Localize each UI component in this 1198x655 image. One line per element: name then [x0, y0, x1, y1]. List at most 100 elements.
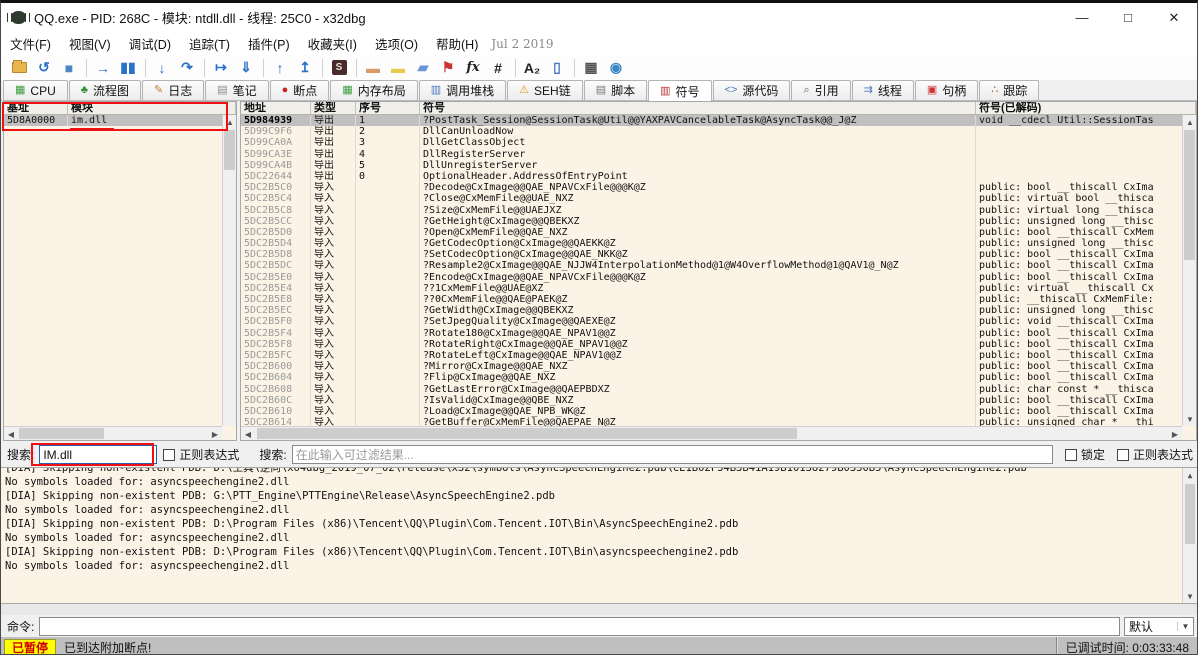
minimize-button[interactable]: — — [1059, 3, 1105, 32]
regex2-checkbox[interactable]: 正则表达式 — [1117, 446, 1193, 463]
symbol-row[interactable]: 5DC2B5C4导入?Close@CxMemFile@@UAE_NXZpubli… — [241, 193, 1182, 204]
symbol-row[interactable]: 5DC2B5D0导入?Open@CxMemFile@@QAE_NXZpublic… — [241, 227, 1182, 238]
scroll-left-icon[interactable]: ◀ — [4, 427, 18, 441]
tab-SEH链[interactable]: ⚠SEH链 — [507, 80, 583, 100]
scroll-up-icon[interactable]: ▲ — [223, 115, 237, 129]
function-icon[interactable]: fx — [461, 57, 485, 79]
scroll-up-icon[interactable]: ▲ — [1183, 115, 1197, 129]
menu-item-追踪[interactable]: 追踪(T) — [180, 31, 239, 56]
symbol-row[interactable]: 5DC2B608导入?GetLastError@CxImage@@QAEPBDX… — [241, 384, 1182, 395]
filter-input[interactable] — [292, 445, 1053, 464]
bookmark-icon[interactable]: ⚑ — [436, 57, 460, 79]
symbol-row[interactable]: 5DC2B5DC导入?Resample2@CxImage@@QAE_NJJW4I… — [241, 260, 1182, 271]
scroll-up-icon[interactable]: ▲ — [1183, 468, 1197, 482]
stop-icon[interactable]: ■ — [57, 57, 81, 79]
symbol-row[interactable]: 5DC22644导出0OptionalHeader.AddressOfEntry… — [241, 171, 1182, 182]
symbol-row[interactable]: 5DC2B5EC导入?GetWidth@CxImage@@QBEKXZpubli… — [241, 305, 1182, 316]
tab-符号[interactable]: ▥符号 — [648, 80, 711, 101]
step-out-icon[interactable]: ⇓ — [234, 57, 258, 79]
symbol-row[interactable]: 5DC2B5F0导入?SetJpegQuality@CxImage@@QAEXE… — [241, 316, 1182, 327]
symbol-row[interactable]: 5DC2B600导入?Mirror@CxImage@@QAE_NXZpublic… — [241, 361, 1182, 372]
calculator-icon[interactable]: ▦ — [579, 57, 603, 79]
scroll-right-icon[interactable]: ▶ — [1168, 427, 1182, 441]
scroll-thumb[interactable] — [224, 130, 235, 170]
execute-till-return-icon[interactable]: ↑ — [268, 57, 292, 79]
symbol-row[interactable]: 5DC2B5E4导入??1CxMemFile@@UAE@XZpublic: vi… — [241, 283, 1182, 294]
search-input[interactable] — [39, 445, 157, 464]
column-header-符号(已解码)[interactable]: 符号(已解码) — [976, 102, 1196, 114]
maximize-button[interactable]: □ — [1105, 3, 1151, 32]
log-vscrollbar[interactable]: ▲ ▼ — [1182, 468, 1197, 603]
tab-句柄[interactable]: ▣句柄 — [915, 80, 978, 100]
tab-线程[interactable]: ⇉线程 — [852, 80, 914, 100]
switch-window-icon[interactable]: ▯ — [545, 57, 569, 79]
scroll-thumb[interactable] — [1185, 484, 1195, 544]
menu-item-收藏夹[interactable]: 收藏夹(I) — [299, 31, 366, 56]
tab-调用堆栈[interactable]: ▥调用堆栈 — [419, 80, 506, 100]
symbol-row[interactable]: 5DC2B60C导入?IsValid@CxImage@@QBE_NXZpubli… — [241, 395, 1182, 406]
symbol-row[interactable]: 5DC2B5D8导入?SetCodecOption@CxImage@@QAE_N… — [241, 249, 1182, 260]
checkbox-icon[interactable] — [1065, 449, 1077, 461]
symbol-row[interactable]: 5DC2B604导入?Flip@CxImage@@QAE_NXZpublic: … — [241, 372, 1182, 383]
symbol-row[interactable]: 5DC2B5C8导入?Size@CxMemFile@@UAEJXZpublic:… — [241, 205, 1182, 216]
symbol-row[interactable]: 5DC2B5E0导入?Encode@CxImage@@QAE_NPAVCxFil… — [241, 272, 1182, 283]
lock-checkbox[interactable]: 锁定 — [1065, 446, 1105, 463]
column-header-模块[interactable]: 模块 — [68, 102, 236, 114]
modules-hscrollbar[interactable]: ◀ ▶ — [4, 426, 222, 440]
command-input[interactable] — [39, 617, 1120, 636]
symbol-row[interactable]: 5D99CA4B导出5DllUnregisterServer — [241, 160, 1182, 171]
scroll-thumb[interactable] — [1184, 130, 1195, 260]
symbol-row[interactable]: 5DC2B5FC导入?RotateLeft@CxImage@@QAE_NPAV1… — [241, 350, 1182, 361]
symbol-row[interactable]: 5DC2B5CC导入?GetHeight@CxImage@@QBEKXZpubl… — [241, 216, 1182, 227]
tab-跟踪[interactable]: ∴跟踪 — [979, 80, 1039, 100]
symbol-row[interactable]: 5D99CA0A导出3DllGetClassObject — [241, 137, 1182, 148]
symbol-row[interactable]: 5D99C9F6导出2DllCanUnloadNow — [241, 126, 1182, 137]
scroll-thumb[interactable] — [257, 428, 797, 439]
strings-icon[interactable]: A₂ — [520, 57, 544, 79]
symbol-row[interactable]: 5DC2B5F4导入?Rotate180@CxImage@@QAE_NPAV1@… — [241, 328, 1182, 339]
checkbox-icon[interactable] — [163, 449, 175, 461]
close-button[interactable]: ✕ — [1151, 3, 1197, 32]
menu-item-插件[interactable]: 插件(P) — [239, 31, 299, 56]
scylla-icon[interactable]: S — [327, 57, 351, 79]
comment-icon[interactable]: ▬ — [386, 57, 410, 79]
column-header-地址[interactable]: 地址 — [241, 102, 311, 114]
symbol-row[interactable]: 5DC2B610导入?Load@CxImage@@QAE_NPB_WK@Zpub… — [241, 406, 1182, 417]
menu-item-视图[interactable]: 视图(V) — [60, 31, 120, 56]
menu-item-选项[interactable]: 选项(O) — [366, 31, 427, 56]
tab-引用[interactable]: ⌕引用 — [791, 80, 850, 100]
tab-断点[interactable]: ●断点 — [270, 80, 330, 100]
menu-item-文件[interactable]: 文件(F) — [1, 31, 60, 56]
tab-流程图[interactable]: ♣流程图 — [69, 80, 141, 100]
hash-icon[interactable]: # — [486, 57, 510, 79]
scroll-thumb[interactable] — [19, 428, 104, 439]
tab-源代码[interactable]: <>源代码 — [713, 80, 791, 100]
tab-脚本[interactable]: ▤脚本 — [584, 80, 647, 100]
profile-dropdown[interactable]: 默认 ▼ — [1124, 617, 1194, 636]
run-icon[interactable]: → — [91, 57, 115, 79]
symbols-hscrollbar[interactable]: ◀ ▶ — [241, 426, 1182, 440]
step-into-icon[interactable]: ↓ — [150, 57, 174, 79]
restart-icon[interactable]: ↺ — [32, 57, 56, 79]
symbols-vscrollbar[interactable]: ▲ ▼ — [1182, 115, 1196, 426]
checkbox-icon[interactable] — [1117, 449, 1129, 461]
patch-icon[interactable]: ▬ — [361, 57, 385, 79]
tab-日志[interactable]: ✎日志 — [142, 80, 204, 100]
symbol-row[interactable]: 5DC2B5F8导入?RotateRight@CxImage@@QAE_NPAV… — [241, 339, 1182, 350]
tab-笔记[interactable]: ▤笔记 — [205, 80, 268, 100]
scroll-right-icon[interactable]: ▶ — [208, 427, 222, 441]
tab-CPU[interactable]: ▦CPU — [3, 80, 68, 100]
column-header-符号[interactable]: 符号 — [420, 102, 976, 114]
tab-内存布局[interactable]: ▦内存布局 — [330, 80, 417, 100]
symbol-row[interactable]: 5DC2B614导入?GetBuffer@CxMemFile@@QAEPAE_N… — [241, 417, 1182, 426]
symbol-row[interactable]: 5DC2B5C0导入?Decode@CxImage@@QAE_NPAVCxFil… — [241, 182, 1182, 193]
modules-vscrollbar[interactable]: ▲ — [222, 115, 236, 426]
menu-item-帮助[interactable]: 帮助(H) — [427, 31, 487, 56]
symbol-row[interactable]: 5DC2B5E8导入??0CxMemFile@@QAE@PAEK@Zpublic… — [241, 294, 1182, 305]
chevron-down-icon[interactable]: ▼ — [1177, 622, 1193, 631]
scroll-down-icon[interactable]: ▼ — [1183, 589, 1197, 603]
scroll-down-icon[interactable]: ▼ — [1183, 412, 1197, 426]
pause-icon[interactable]: ▮▮ — [116, 57, 140, 79]
column-header-基址[interactable]: 基址 — [4, 102, 68, 114]
open-file-icon[interactable] — [7, 57, 31, 79]
